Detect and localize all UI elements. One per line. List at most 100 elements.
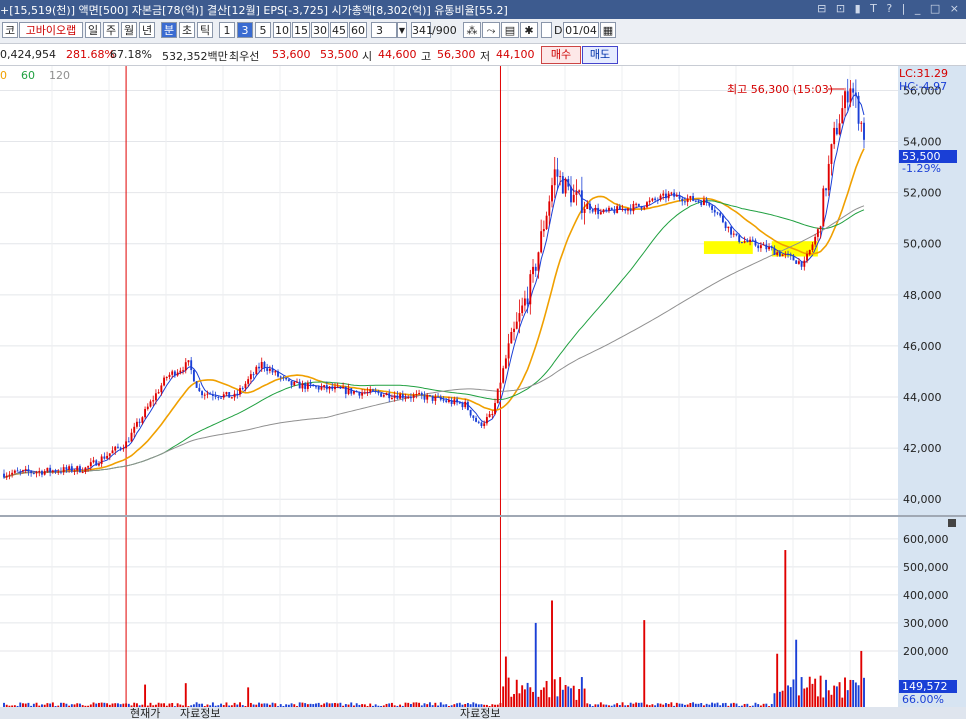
candle-body: [727, 226, 730, 229]
current-volume: 149,572: [902, 680, 948, 693]
stock-name-field[interactable]: 고바이오랩: [19, 22, 83, 38]
candle-body: [263, 361, 266, 369]
candle-body: [624, 208, 627, 211]
candle-body: [418, 393, 421, 395]
volume-bar: [542, 687, 545, 707]
candle-body: [646, 202, 648, 208]
candle-body: [209, 393, 212, 395]
candle-body: [768, 247, 770, 250]
candle-body: [483, 423, 486, 426]
candle-body: [863, 122, 865, 140]
candle-body: [640, 206, 643, 209]
candle-body: [130, 432, 133, 442]
count-input[interactable]: 341: [411, 22, 433, 38]
candle-body: [41, 471, 43, 475]
candle-body: [618, 206, 621, 210]
candle-body: [692, 196, 695, 201]
date-input[interactable]: 01/04: [563, 22, 599, 38]
panel-maximize-icon[interactable]: [948, 519, 956, 527]
volume-bar: [575, 699, 578, 707]
interval-45[interactable]: 45: [330, 22, 348, 38]
candle-body: [271, 368, 274, 373]
candle-body: [787, 253, 789, 255]
volume-bar: [567, 686, 570, 707]
highlight-box: [703, 241, 753, 254]
period-minute[interactable]: 분: [161, 22, 177, 38]
candle-body: [637, 203, 640, 207]
period-tick[interactable]: 틱: [197, 22, 213, 38]
candle-body: [111, 450, 114, 454]
candle-body: [825, 188, 827, 191]
date-label: D: [554, 24, 563, 37]
candle-body: [106, 455, 109, 459]
candle-body: [409, 397, 412, 399]
interval-30[interactable]: 30: [311, 22, 329, 38]
candle-body: [51, 470, 54, 472]
buy-button[interactable]: 매수: [541, 46, 581, 64]
candle-body: [266, 368, 269, 371]
chart-area[interactable]: 56,00054,00052,00050,00048,00046,00044,0…: [0, 66, 966, 707]
volume-bar: [819, 675, 822, 707]
candle-body: [597, 207, 600, 215]
chevron-down-icon[interactable]: ▼: [397, 22, 407, 38]
candle-body: [431, 395, 434, 401]
candle-body: [551, 185, 553, 202]
candle-body: [583, 209, 586, 213]
candle-body: [665, 193, 667, 199]
sell-button[interactable]: 매도: [582, 46, 618, 64]
candle-body: [13, 470, 16, 473]
high-label: 고: [421, 50, 432, 63]
candle-body: [594, 207, 597, 212]
candle-body: [439, 396, 442, 400]
candle-body: [176, 372, 179, 376]
candle-body: [331, 386, 334, 390]
interval-15[interactable]: 15: [292, 22, 310, 38]
candle-body: [778, 252, 781, 257]
candle-body: [366, 391, 369, 393]
volume-bar: [510, 696, 513, 707]
period-month[interactable]: 월: [121, 22, 137, 38]
interval-1[interactable]: 1: [219, 22, 235, 38]
interval-60[interactable]: 60: [349, 22, 367, 38]
calendar-icon[interactable]: ▦: [600, 22, 616, 38]
volume-bar: [247, 687, 250, 707]
candle-body: [396, 395, 399, 399]
interval-5[interactable]: 5: [255, 22, 271, 38]
period-week[interactable]: 주: [103, 22, 119, 38]
candle-body: [442, 399, 445, 401]
volume-bar: [515, 679, 518, 707]
period-second[interactable]: 초: [179, 22, 195, 38]
candle-body: [334, 386, 336, 390]
market-selector[interactable]: 코: [2, 22, 18, 38]
volume-bar: [545, 680, 548, 707]
candle-body: [382, 395, 385, 397]
candle-body: [670, 192, 673, 194]
candle-body: [165, 376, 168, 378]
candle-body: [513, 328, 515, 332]
price-tick-label: 44,000: [903, 391, 942, 404]
candle-body: [683, 201, 686, 203]
candle-body: [523, 298, 526, 306]
candle-body: [228, 392, 231, 398]
period-year[interactable]: 년: [139, 22, 155, 38]
interval-select[interactable]: 3: [371, 22, 397, 38]
candle-body: [456, 399, 459, 403]
candle-body: [301, 383, 304, 389]
candle-body: [702, 199, 705, 206]
interval-10[interactable]: 10: [273, 22, 291, 38]
candle-body: [114, 446, 117, 451]
volume-bar: [825, 679, 827, 707]
date-checkbox[interactable]: [541, 22, 552, 38]
interval-3[interactable]: 3: [237, 22, 253, 38]
candle-body: [57, 471, 60, 473]
indicator-icon[interactable]: ⁂: [463, 22, 481, 38]
gear-icon[interactable]: ✱: [520, 22, 538, 38]
candle-body: [328, 386, 331, 390]
candle-body: [545, 215, 548, 230]
window-controls[interactable]: ⊟ ⊡ ▮ T ? | _ □ ×: [817, 2, 962, 15]
save-icon[interactable]: ▤: [501, 22, 519, 38]
volume-bar: [852, 680, 855, 707]
candle-body: [708, 202, 711, 206]
drawing-tool-icon[interactable]: ⤳: [482, 22, 500, 38]
period-day[interactable]: 일: [85, 22, 101, 38]
